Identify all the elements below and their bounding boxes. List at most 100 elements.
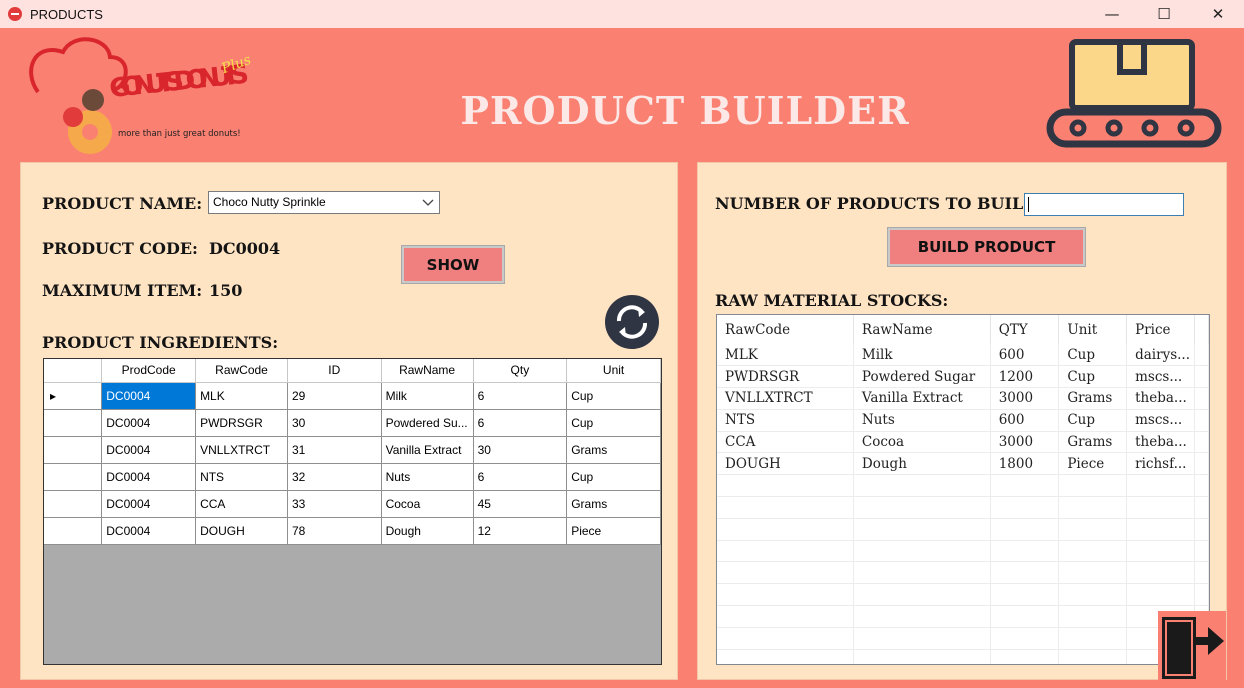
grid-cell[interactable]: 12 <box>473 517 568 545</box>
grid-cell[interactable]: 31 <box>287 436 382 464</box>
column-header[interactable]: Price <box>1126 315 1196 344</box>
list-cell: mscs... <box>1126 409 1196 432</box>
maximize-button[interactable]: ☐ <box>1138 0 1190 28</box>
grid-cell[interactable]: 29 <box>287 382 382 410</box>
grid-cell[interactable]: Cup <box>566 382 661 410</box>
exit-door-icon[interactable] <box>1158 611 1226 681</box>
ingredients-label: PRODUCT INGREDIENTS: <box>42 333 279 352</box>
show-button[interactable]: SHOW <box>401 245 505 284</box>
grid-cell[interactable]: NTS <box>195 463 288 491</box>
grid-cell[interactable]: 6 <box>473 409 568 437</box>
table-row[interactable]: DC0004 VNLLXTRCT 31 Vanilla Extract 30 G… <box>44 436 661 464</box>
stocks-header-row: RawCode RawName QTY Unit Price <box>717 315 1209 344</box>
grid-cell[interactable]: DC0004 <box>101 463 197 491</box>
column-header[interactable]: Qty <box>473 359 568 383</box>
table-row[interactable]: DC0004 DOUGH 78 Dough 12 Piece <box>44 517 661 545</box>
empty-row <box>717 627 1209 650</box>
product-code-label: PRODUCT CODE: <box>42 239 198 258</box>
grid-cell[interactable]: Milk <box>381 382 474 410</box>
list-cell: VNLLXTRCT <box>717 387 854 410</box>
minimize-button[interactable]: — <box>1086 0 1138 28</box>
list-cell: 1200 <box>990 365 1060 389</box>
grid-cell[interactable]: DC0004 <box>101 517 197 545</box>
column-header[interactable]: ProdCode <box>101 359 197 383</box>
list-item[interactable]: VNLLXTRCT Vanilla Extract 3000 Grams the… <box>717 387 1209 410</box>
list-cell: Vanilla Extract <box>853 387 991 410</box>
raw-material-stocks-list[interactable]: RawCode RawName QTY Unit Price MLK Milk … <box>716 314 1210 665</box>
grid-cell[interactable]: 33 <box>287 490 382 518</box>
product-name-select[interactable]: Choco Nutty Sprinkle <box>208 191 440 214</box>
list-cell: CCA <box>717 431 854 454</box>
list-cell: Piece <box>1058 452 1128 476</box>
refresh-icon[interactable] <box>605 295 659 349</box>
grid-cell[interactable]: DC0004 <box>101 382 197 410</box>
list-item[interactable]: CCA Cocoa 3000 Grams theba... <box>717 431 1209 454</box>
ingredients-grid[interactable]: ProdCode RawCode ID RawName Qty Unit ▸ D… <box>43 358 662 665</box>
grid-cell[interactable]: Cocoa <box>381 490 474 518</box>
grid-cell[interactable]: Vanilla Extract <box>381 436 474 464</box>
list-item[interactable]: PWDRSGR Powdered Sugar 1200 Cup mscs... <box>717 365 1209 389</box>
list-cell: theba... <box>1126 431 1196 454</box>
row-header[interactable] <box>44 463 103 491</box>
grid-cell[interactable]: Cup <box>566 463 661 491</box>
list-item[interactable]: MLK Milk 600 Cup dairys... <box>717 344 1209 367</box>
column-header[interactable]: RawName <box>853 315 991 344</box>
grid-cell[interactable]: Grams <box>566 436 661 464</box>
grid-cell[interactable]: Grams <box>566 490 661 518</box>
chevron-down-icon <box>422 199 434 206</box>
grid-cell[interactable]: Nuts <box>381 463 474 491</box>
column-header[interactable]: ID <box>287 359 382 383</box>
column-header[interactable]: RawCode <box>717 315 854 344</box>
grid-cell[interactable]: Piece <box>566 517 661 545</box>
grid-cell[interactable]: DC0004 <box>101 490 197 518</box>
grid-cell[interactable]: 30 <box>287 409 382 437</box>
row-header[interactable] <box>44 409 103 437</box>
num-products-label: NUMBER OF PRODUCTS TO BUILD: <box>715 194 1044 213</box>
grid-cell[interactable]: 78 <box>287 517 382 545</box>
table-row[interactable]: DC0004 PWDRSGR 30 Powdered Su... 6 Cup <box>44 409 661 437</box>
list-cell-filler <box>1194 452 1209 476</box>
column-header[interactable]: QTY <box>990 315 1060 344</box>
grid-cell[interactable]: PWDRSGR <box>195 409 288 437</box>
grid-cell[interactable]: MLK <box>195 382 288 410</box>
column-header[interactable]: Unit <box>566 359 661 383</box>
grid-cell[interactable]: Dough <box>381 517 474 545</box>
num-products-input[interactable] <box>1024 193 1184 216</box>
grid-cell[interactable]: DC0004 <box>101 409 197 437</box>
close-button[interactable]: ✕ <box>1192 0 1244 28</box>
list-item[interactable]: DOUGH Dough 1800 Piece richsf... <box>717 452 1209 476</box>
logo-tagline: more than just great donuts! <box>118 129 241 139</box>
list-cell: NTS <box>717 409 854 432</box>
grid-cell[interactable]: Powdered Su... <box>381 409 474 437</box>
table-row[interactable]: DC0004 NTS 32 Nuts 6 Cup <box>44 463 661 491</box>
empty-row <box>717 649 1209 664</box>
list-cell-filler <box>1194 387 1209 410</box>
grid-cell[interactable]: CCA <box>195 490 288 518</box>
grid-cell[interactable]: VNLLXTRCT <box>195 436 288 464</box>
grid-cell[interactable]: 45 <box>473 490 568 518</box>
row-header[interactable] <box>44 436 103 464</box>
product-name-label: PRODUCT NAME: <box>42 194 203 213</box>
window-title: PRODUCTS <box>30 6 103 22</box>
column-header[interactable]: Unit <box>1058 315 1128 344</box>
list-item[interactable]: NTS Nuts 600 Cup mscs... <box>717 409 1209 432</box>
column-header[interactable]: RawCode <box>195 359 288 383</box>
grid-cell[interactable]: 32 <box>287 463 382 491</box>
max-item-value: 150 <box>209 281 243 300</box>
table-row[interactable]: DC0004 CCA 33 Cocoa 45 Grams <box>44 490 661 518</box>
grid-cell[interactable]: 30 <box>473 436 568 464</box>
grid-cell[interactable]: DC0004 <box>101 436 197 464</box>
row-header[interactable] <box>44 517 103 545</box>
empty-row <box>717 540 1209 563</box>
table-row[interactable]: ▸ DC0004 MLK 29 Milk 6 Cup <box>44 382 661 410</box>
current-row-marker-icon: ▸ <box>44 382 103 410</box>
grid-cell[interactable]: Cup <box>566 409 661 437</box>
column-header[interactable]: RawName <box>381 359 474 383</box>
row-header[interactable] <box>44 490 103 518</box>
list-cell: Cup <box>1058 409 1128 432</box>
build-product-button[interactable]: BUILD PRODUCT <box>887 227 1086 267</box>
list-cell-filler <box>1194 344 1209 367</box>
grid-cell[interactable]: 6 <box>473 463 568 491</box>
grid-cell[interactable]: 6 <box>473 382 568 410</box>
grid-cell[interactable]: DOUGH <box>195 517 288 545</box>
